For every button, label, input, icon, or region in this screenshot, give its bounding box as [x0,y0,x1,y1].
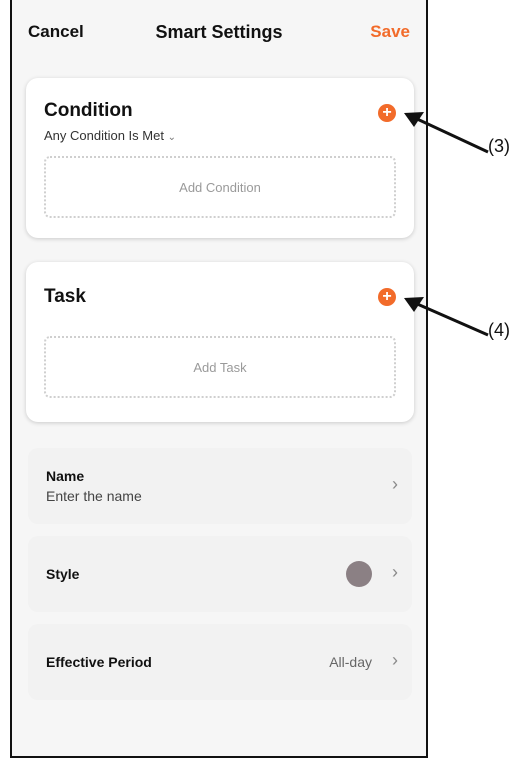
callout-4: (4) [488,320,510,340]
arrow-line-4 [414,301,489,337]
callout-3: (3) [488,136,510,156]
annotation-arrows [404,112,489,337]
arrow-line-3 [414,116,489,154]
